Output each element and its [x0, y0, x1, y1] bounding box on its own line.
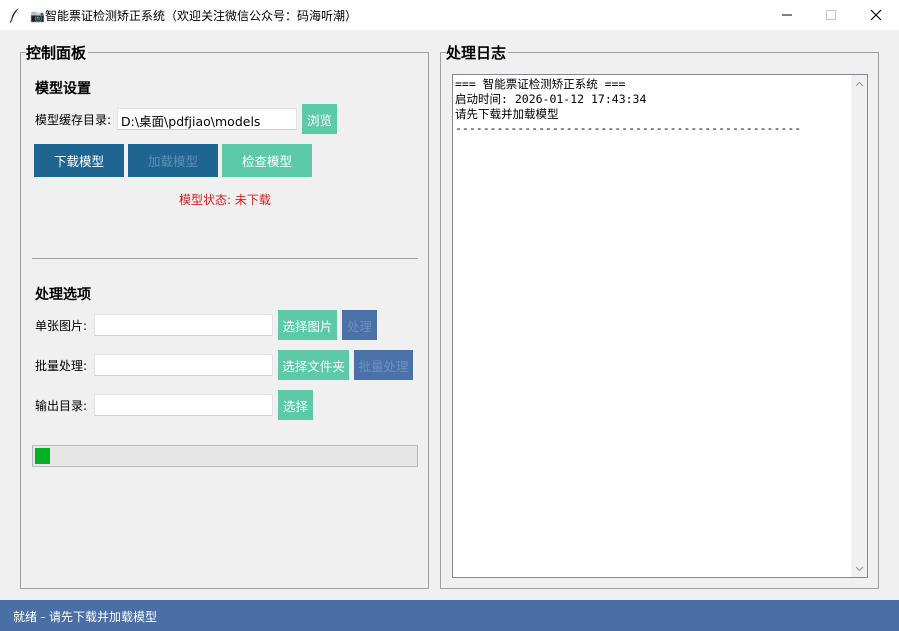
progress-bar — [32, 445, 418, 467]
cache-dir-input[interactable]: D:\桌面\pdfjiao\models — [117, 108, 297, 130]
log-content: === 智能票证检测矫正系统 === 启动时间: 2026-01-12 17:4… — [455, 77, 802, 136]
select-folder-button[interactable]: 选择文件夹 — [278, 350, 349, 380]
maximize-button[interactable] — [808, 0, 854, 30]
scroll-up-arrow[interactable] — [851, 75, 867, 92]
control-panel-title: 控制面板 — [26, 42, 89, 63]
chevron-down-icon — [855, 566, 864, 571]
log-scrollbar[interactable] — [851, 75, 867, 577]
batch-process-button[interactable]: 批量处理 — [354, 350, 413, 380]
select-output-button[interactable]: 选择 — [278, 390, 313, 420]
progress-fill — [35, 448, 50, 464]
load-model-button[interactable]: 加载模型 — [128, 144, 218, 177]
chevron-up-icon — [855, 81, 864, 86]
status-bar-text: 就绪 - 请先下载并加载模型 — [13, 610, 157, 624]
cache-dir-label: 模型缓存目录: — [35, 113, 112, 127]
download-model-button[interactable]: 下载模型 — [34, 144, 124, 177]
processing-options-title: 处理选项 — [35, 287, 91, 303]
scroll-down-arrow[interactable] — [851, 560, 867, 577]
select-image-button[interactable]: 选择图片 — [278, 310, 337, 340]
feather-icon — [9, 8, 19, 23]
output-dir-label: 输出目录: — [35, 399, 88, 413]
maximize-icon — [826, 10, 836, 20]
log-textarea[interactable]: === 智能票证检测矫正系统 === 启动时间: 2026-01-12 17:4… — [452, 74, 868, 578]
minimize-icon — [782, 14, 792, 16]
output-dir-input[interactable] — [94, 394, 273, 416]
window-title: 📷智能票证检测矫正系统（欢迎关注微信公众号：码海听潮） — [30, 9, 357, 23]
log-panel-title: 处理日志 — [446, 42, 509, 63]
minimize-button[interactable] — [764, 0, 810, 30]
model-status-text: 模型状态: 未下载 — [179, 193, 271, 207]
model-settings-title: 模型设置 — [35, 81, 91, 97]
browse-button[interactable]: 浏览 — [302, 104, 337, 134]
single-image-label: 单张图片: — [35, 319, 88, 333]
process-button[interactable]: 处理 — [342, 310, 377, 340]
check-model-button[interactable]: 检查模型 — [222, 144, 312, 177]
title-bar: 📷智能票证检测矫正系统（欢迎关注微信公众号：码海听潮） — [0, 0, 899, 30]
section-divider — [32, 258, 418, 259]
close-icon — [870, 9, 882, 21]
status-bar: 就绪 - 请先下载并加载模型 — [0, 600, 899, 631]
single-image-input[interactable] — [94, 314, 273, 336]
batch-folder-input[interactable] — [94, 354, 273, 376]
close-button[interactable] — [853, 0, 899, 30]
batch-label: 批量处理: — [35, 359, 88, 373]
